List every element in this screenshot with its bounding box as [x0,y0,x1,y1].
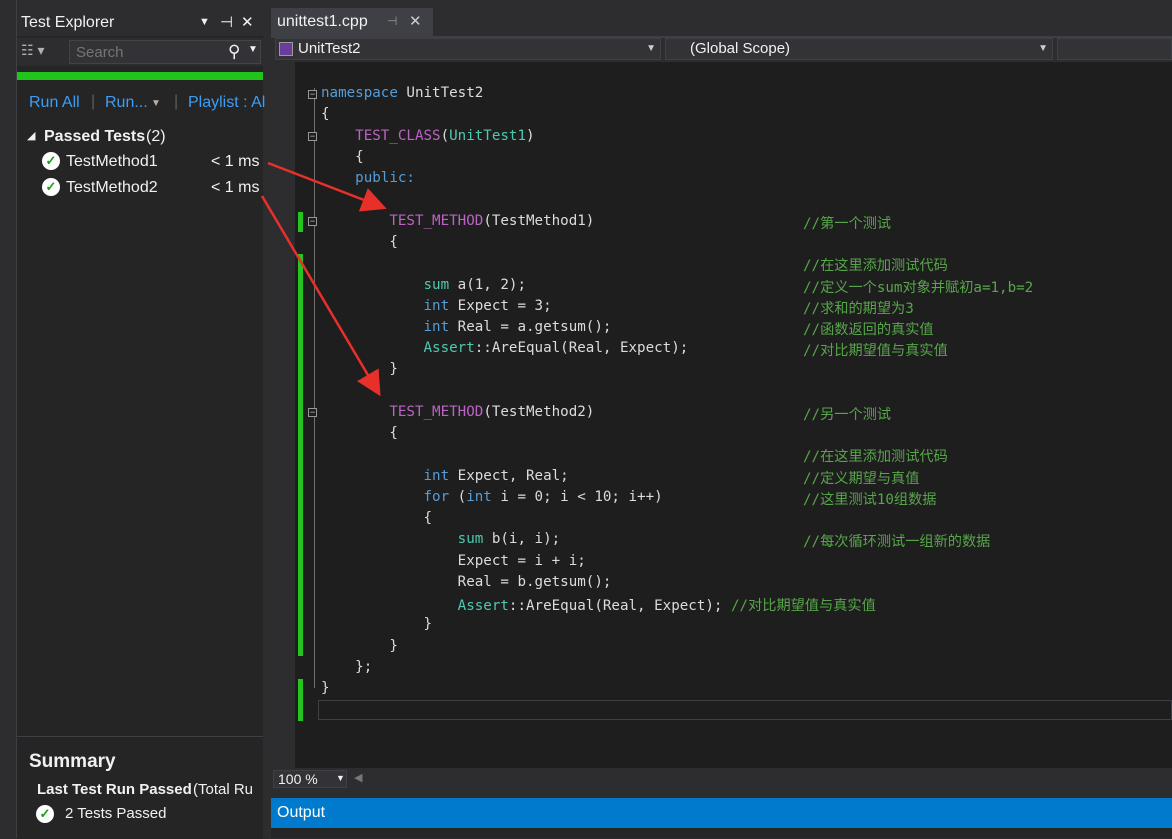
project-icon [279,42,293,56]
test-explorer-titlebar: Test Explorer ▼ ⊣ ✕ [17,8,263,36]
last-run-label: Last Test Run Passed [37,781,192,798]
passed-check-icon: ✓ [42,178,60,196]
code-line: Real = b.getsum(); [457,574,612,590]
change-bar [298,679,303,721]
passed-check-icon: ✓ [36,805,54,823]
search-icon[interactable]: ⚲ [228,42,240,62]
code-line: for (int i = 0; i < 10; i++)//这里测试10组数据 [423,489,937,508]
scroll-left-icon[interactable]: ◀ [354,771,362,784]
side-toolbar-strip [0,0,17,838]
close-icon[interactable]: ✕ [241,13,254,31]
code-line: Expect = i + i; [457,553,586,569]
project-dropdown-label: UnitTest2 [298,40,361,57]
scope-dropdown[interactable]: (Global Scope) ▼ [665,38,1053,60]
output-panel [271,828,1172,838]
code-line: { [389,425,398,441]
search-dropdown-icon[interactable]: ▼ [248,44,258,55]
playlist-link[interactable]: Playlist : Al [188,94,265,112]
code-line: TEST_METHOD(TestMethod2)//另一个测试 [389,404,892,423]
code-line: TEST_METHOD(TestMethod1)//第一个测试 [389,213,892,232]
test-name: TestMethod1 [66,153,158,170]
code-line: sum a(1, 2);//定义一个sum对象并赋初a=1,b=2 [423,277,1034,296]
test-duration: < 1 ms [211,179,260,196]
outline-guide [314,88,315,688]
test-progress-bar [17,72,263,80]
group-count: (2) [146,128,166,145]
code-line: public: [355,170,415,186]
test-explorer-toolbar: ☷ ▾ ⚲ ▼ [17,38,263,66]
code-line: Assert::AreEqual(Real, Expect);//对比期望值与真… [423,340,948,359]
current-line-highlight [318,700,1172,720]
separator: | [91,93,96,110]
tab-label: unittest1.cpp [277,13,368,30]
test-item[interactable]: ✓ TestMethod2 < 1 ms [17,177,263,201]
code-line: { [321,106,330,122]
test-explorer-panel: Test Explorer ▼ ⊣ ✕ ☷ ▾ ⚲ ▼ Run All | Ru… [17,8,265,839]
test-duration: < 1 ms [211,153,260,170]
code-line: { [355,149,364,165]
member-dropdown[interactable] [1057,38,1172,60]
group-by-icon[interactable]: ☷ ▾ [21,42,61,62]
chevron-down-icon[interactable]: ▼ [1038,43,1048,54]
test-item[interactable]: ✓ TestMethod1 < 1 ms [17,151,263,175]
passed-count: 2 Tests Passed [65,805,167,822]
code-line: int Real = a.getsum();//函数返回的真实值 [423,319,934,338]
tab-unittest1-cpp[interactable]: unittest1.cpp ⊣ ✕ [271,8,433,36]
change-bar [298,254,303,656]
collapse-icon[interactable]: − [308,217,317,226]
editor-status-bar: 100 % ▼ ◀ [271,768,1172,790]
close-icon[interactable]: ✕ [409,12,422,30]
code-line: sum b(i, i);//每次循环测试一组新的数据 [457,531,991,550]
passed-check-icon: ✓ [42,152,60,170]
change-bar [298,212,303,232]
editor-margin [271,62,295,768]
zoom-level: 100 % [278,771,318,787]
code-editor[interactable]: − − − − namespace UnitTest2 { TEST_CLASS… [271,62,1172,768]
last-run-total: (Total Ru [193,781,254,798]
command-bar: Run All | Run... ▼ | Playlist : Al [17,92,265,114]
run-all-link[interactable]: Run All [29,94,80,112]
chevron-down-icon[interactable]: ▼ [646,43,656,54]
pin-icon[interactable]: ⊣ [220,13,233,31]
project-dropdown[interactable]: UnitTest2 ▼ [275,38,661,60]
test-name: TestMethod2 [66,179,158,196]
scope-dropdown-label: (Global Scope) [690,40,791,57]
summary-pane: Summary Last Test Run Passed (Total Ru ✓… [17,736,263,839]
zoom-dropdown[interactable]: 100 % ▼ [273,770,347,788]
document-tab-bar: unittest1.cpp ⊣ ✕ [271,8,1172,36]
code-line: { [423,510,433,526]
code-line: int Expect, Real;//定义期望与真值 [423,468,920,487]
tree-group-passed[interactable]: ◢ Passed Tests (2) [17,126,263,150]
output-title: Output [277,804,326,821]
code-line: } [321,680,330,696]
chevron-down-icon[interactable]: ▼ [336,773,345,783]
code-line: namespace UnitTest2 [321,85,484,101]
search-box[interactable]: ⚲ ▼ [69,40,261,64]
chevron-down-icon[interactable]: ▼ [151,98,161,109]
separator: | [174,93,179,110]
code-line: } [389,638,398,654]
code-line: { [389,234,398,250]
pin-icon[interactable]: ⊣ [387,14,397,28]
panel-title: Test Explorer [21,14,115,31]
group-label: Passed Tests [44,128,146,145]
code-line: TEST_CLASS(UnitTest1) [355,128,535,144]
search-input[interactable] [76,43,216,61]
code-line: int Expect = 3;//求和的期望为3 [423,298,914,317]
code-line: } [389,361,398,377]
run-dropdown-link[interactable]: Run... [105,94,148,112]
output-panel-titlebar: Output [271,798,1172,828]
collapse-icon[interactable]: − [308,132,317,141]
code-line: } [423,616,433,632]
navigation-bar: UnitTest2 ▼ (Global Scope) ▼ [271,38,1172,62]
collapse-icon[interactable]: − [308,408,317,417]
collapse-icon[interactable]: − [308,90,317,99]
code-line: }; [355,659,373,675]
code-line: Assert::AreEqual(Real, Expect); //对比期望值与… [457,598,876,614]
expand-icon[interactable]: ◢ [27,129,35,142]
summary-heading: Summary [29,751,116,772]
panel-menu-dropdown-icon[interactable]: ▼ [199,16,210,28]
